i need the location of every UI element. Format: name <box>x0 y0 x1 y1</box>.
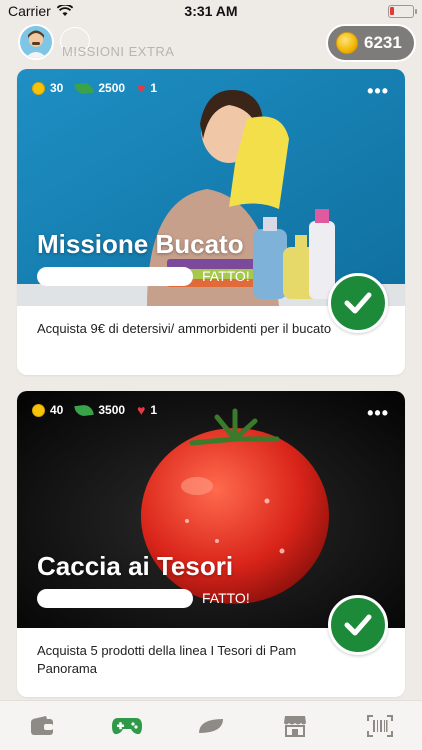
tab-missions[interactable] <box>107 708 147 744</box>
coin-icon <box>336 32 358 54</box>
leaf-icon <box>198 718 223 733</box>
avatar[interactable] <box>18 24 54 60</box>
mission-rewards: 30 2500 ♥ 1 <box>32 81 161 95</box>
tab-stores[interactable] <box>275 708 315 744</box>
mission-progress-bar <box>37 589 193 608</box>
leaf-icon <box>74 81 95 95</box>
mission-card[interactable]: 40 3500 ♥ 1 ••• Caccia ai Tesori FATTO! A… <box>17 391 405 697</box>
mission-title: Missione Bucato <box>37 229 244 259</box>
leaf-icon <box>74 403 95 417</box>
coin-icon <box>32 81 45 95</box>
battery-icon <box>388 4 417 18</box>
completed-check-icon <box>328 595 388 655</box>
gamepad-icon <box>111 717 142 734</box>
coin-balance-value: 6231 <box>364 33 402 52</box>
page-title: MISSIONI EXTRA <box>62 44 175 59</box>
tab-points[interactable] <box>191 708 231 744</box>
mission-status: FATTO! <box>202 268 250 284</box>
heart-icon: ♥ <box>137 80 146 96</box>
wallet-icon <box>31 715 54 735</box>
tab-wallet[interactable] <box>22 708 62 744</box>
store-icon <box>284 715 307 737</box>
coin-balance-badge[interactable]: 6231 <box>326 24 416 62</box>
mission-title: Caccia ai Tesori <box>37 551 234 581</box>
completed-check-icon <box>328 273 388 333</box>
tab-scan[interactable] <box>360 708 400 744</box>
mission-description: Acquista 5 prodotti della linea I Tesori… <box>37 643 297 676</box>
coin-icon <box>32 403 45 417</box>
more-options-icon[interactable]: ••• <box>367 403 389 424</box>
mission-progress-bar <box>37 267 193 286</box>
reward-points: 3500 <box>98 403 126 417</box>
mission-card[interactable]: 30 2500 ♥ 1 ••• Missione Bucato FATTO! Ac… <box>17 69 405 375</box>
status-bar: Carrier 3:31 AM <box>0 0 422 22</box>
status-left: Carrier <box>8 3 73 19</box>
reward-points: 2500 <box>98 81 126 95</box>
heart-icon: ♥ <box>137 402 146 418</box>
reward-lives: 1 <box>150 81 158 95</box>
mission-rewards: 40 3500 ♥ 1 <box>32 403 161 417</box>
carrier-label: Carrier <box>8 3 51 19</box>
reward-coins: 40 <box>50 403 64 417</box>
mission-status: FATTO! <box>202 590 250 606</box>
mission-description: Acquista 9€ di detersivi/ ammorbidenti p… <box>37 321 332 336</box>
reward-coins: 30 <box>50 81 64 95</box>
avatar-face-icon <box>25 30 47 58</box>
more-options-icon[interactable]: ••• <box>367 81 389 102</box>
reward-lives: 1 <box>150 403 158 417</box>
header: MISSIONI EXTRA 6231 <box>0 22 422 64</box>
barcode-icon <box>366 714 393 737</box>
tab-bar <box>0 700 422 750</box>
wifi-icon <box>56 5 73 16</box>
